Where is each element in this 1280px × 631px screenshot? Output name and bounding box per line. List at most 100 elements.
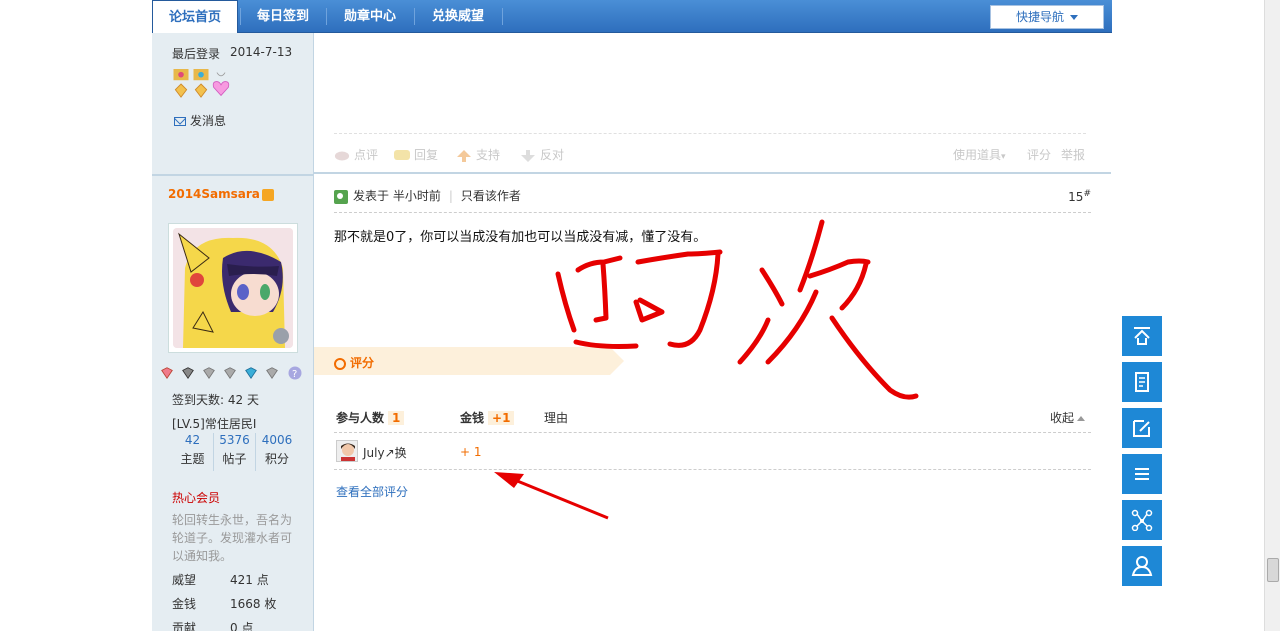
avatar[interactable] — [168, 223, 298, 353]
author-name[interactable]: 2014Samsara — [168, 187, 274, 201]
user-group[interactable]: 热心会员 — [172, 489, 220, 506]
post-body: 那不就是0了，你可以当成没有加也可以当成没有减，懂了没有。 — [334, 230, 707, 245]
field-money: 金钱 1668 枚 — [172, 595, 276, 612]
support-action[interactable]: 支持 — [456, 146, 500, 163]
rate-action[interactable]: 评分 — [1027, 146, 1051, 163]
send-message-label: 发消息 — [190, 114, 227, 128]
rating-header: 参与人数 1 金钱 +1 理由 收起 — [334, 403, 1091, 433]
user-level: [LV.5]常住居民I — [172, 417, 257, 431]
forum-page: 论坛首页 每日签到 勋章中心 兑换威望 快捷导航 最后登录 2014-7-13 — [0, 0, 1280, 631]
use-tool-label: 使用道具 — [953, 148, 1002, 162]
rater-name[interactable]: July↗换 — [363, 444, 407, 461]
rater-avatar[interactable] — [336, 440, 358, 462]
rating-table: 参与人数 1 金钱 +1 理由 收起 July↗换 + 1 查看全部评分 — [334, 403, 1091, 499]
money-label: 金钱 — [460, 411, 485, 425]
participants-count: 1 — [388, 411, 405, 425]
field-value: 1668 枚 — [230, 597, 277, 611]
badge-list: ? — [160, 366, 310, 382]
badge-icon[interactable] — [244, 366, 258, 380]
menu-button[interactable] — [1122, 454, 1162, 494]
back-to-top-button[interactable] — [1122, 316, 1162, 356]
stat-posts[interactable]: 5376 帖子 — [214, 433, 256, 471]
medal-icon[interactable] — [172, 69, 190, 99]
stat-threads-value: 42 — [184, 433, 201, 447]
floor-value: 15 — [1068, 190, 1084, 204]
stat-posts-label: 帖子 — [222, 452, 247, 466]
post-separator — [152, 174, 314, 176]
badge-icon[interactable] — [181, 366, 195, 380]
stat-points[interactable]: 4006 积分 — [256, 433, 298, 467]
stat-points-label: 积分 — [264, 452, 289, 466]
post-header: 发表于 半小时前 | 只看该作者 15# — [334, 183, 1091, 213]
collapse-toggle[interactable]: 收起 — [1050, 409, 1085, 426]
tab-forum-home[interactable]: 论坛首页 — [152, 0, 238, 34]
document-button[interactable] — [1122, 362, 1162, 402]
user-button[interactable] — [1122, 546, 1162, 586]
quick-nav-button[interactable]: 快捷导航 — [990, 5, 1104, 29]
meta-divider: | — [448, 189, 453, 203]
heart-medal-icon[interactable] — [212, 69, 230, 99]
page-scrollbar[interactable] — [1264, 0, 1280, 631]
post-separator — [314, 172, 1111, 174]
rating-title-text: 评分 — [350, 356, 375, 370]
comment-action[interactable]: 点评 — [334, 146, 378, 163]
rater-money: + 1 — [460, 445, 482, 459]
diamond-icon[interactable] — [265, 366, 279, 380]
help-icon[interactable]: ? — [288, 366, 302, 380]
badge-icon[interactable] — [160, 366, 174, 380]
edit-button[interactable] — [1122, 408, 1162, 448]
medal-icon[interactable] — [192, 69, 210, 99]
reply-action[interactable]: 回复 — [394, 146, 438, 163]
tab-medal-center[interactable]: 勋章中心 — [328, 0, 412, 33]
scrollbar-thumb[interactable] — [1267, 558, 1279, 582]
thumb-down-icon — [521, 149, 535, 162]
only-author-link[interactable]: 只看该作者 — [461, 189, 521, 203]
floor-number[interactable]: 15# — [1068, 189, 1091, 204]
chevron-down-icon: ▾ — [1001, 152, 1006, 162]
share-button[interactable] — [1122, 500, 1162, 540]
report-action[interactable]: 举报 — [1061, 146, 1085, 163]
thumb-up-icon — [457, 149, 471, 162]
tab-exchange-prestige[interactable]: 兑换威望 — [416, 0, 500, 33]
field-label: 威望 — [172, 573, 197, 587]
stat-threads-label: 主题 — [180, 452, 205, 466]
participants-header: 参与人数 1 — [336, 409, 405, 426]
nav-divider — [502, 8, 503, 25]
back-to-top-icon — [1134, 327, 1150, 345]
stat-threads[interactable]: 42 主题 — [172, 433, 214, 471]
edit-icon — [1133, 420, 1150, 437]
medal-list — [172, 69, 236, 103]
share-icon — [1131, 509, 1153, 531]
participants-label: 参与人数 — [336, 411, 385, 425]
tab-daily-signin[interactable]: 每日签到 — [242, 0, 324, 33]
field-label: 金钱 — [172, 597, 197, 611]
field-prestige: 威望 421 点 — [172, 571, 269, 588]
diamond-icon[interactable] — [202, 366, 216, 380]
last-login-label: 最后登录 — [172, 47, 221, 61]
post-area: 点评 回复 支持 反对 使用道具▾ 评分 举报 发表于 半小时前 | 只看该作者 1… — [314, 33, 1111, 631]
floor-mark: # — [1083, 189, 1091, 199]
field-value: 0 点 — [230, 621, 254, 631]
signature: 轮回转生永世，吾名为轮道子。发现灌水者可以通知我。 — [172, 513, 293, 563]
online-status-icon — [334, 189, 348, 204]
menu-icon — [1135, 468, 1149, 480]
collapse-label: 收起 — [1049, 411, 1074, 425]
money-header: 金钱 +1 — [460, 409, 515, 426]
mail-icon — [174, 117, 186, 126]
oppose-label: 反对 — [540, 148, 565, 162]
oppose-action[interactable]: 反对 — [520, 146, 564, 163]
send-message-link[interactable]: 发消息 — [174, 112, 226, 129]
use-tool-action[interactable]: 使用道具▾ — [953, 146, 1006, 163]
reply-label: 回复 — [414, 148, 439, 162]
comment-label: 点评 — [354, 148, 379, 162]
avatar-illustration — [173, 228, 293, 348]
diamond-icon[interactable] — [223, 366, 237, 380]
rating-circle-icon — [334, 357, 346, 370]
support-label: 支持 — [476, 148, 501, 162]
document-icon — [1135, 372, 1149, 392]
stat-points-value: 4006 — [261, 433, 293, 447]
view-all-ratings-link[interactable]: 查看全部评分 — [336, 483, 408, 500]
user-icon — [1131, 556, 1153, 576]
rater-avatar-image — [337, 441, 357, 461]
top-nav: 论坛首页 每日签到 勋章中心 兑换威望 快捷导航 — [152, 0, 1112, 34]
